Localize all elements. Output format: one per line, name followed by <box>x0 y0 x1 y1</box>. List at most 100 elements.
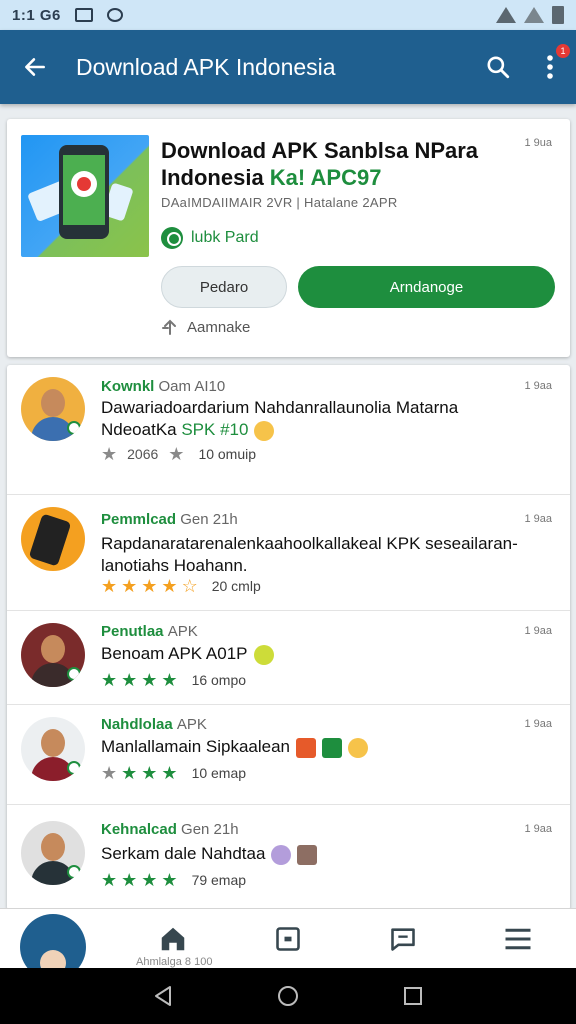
record-dot-icon <box>71 171 97 197</box>
developer-name: lubk Pard <box>191 229 259 246</box>
app-title-highlight: Ka! APC97 <box>269 165 382 190</box>
back-button[interactable] <box>0 54 70 80</box>
search-button[interactable] <box>472 54 524 80</box>
verified-badge-icon <box>67 421 81 435</box>
review-time: 1 9aa <box>524 625 552 637</box>
star-icon: ★ <box>101 444 118 464</box>
review-text: Dawariadoardarium Nahdanrallaunolia Mata… <box>101 398 459 441</box>
nav-menu[interactable] <box>461 909 576 969</box>
developer-link[interactable]: lubk Pard <box>161 227 259 249</box>
system-navigation-bar <box>0 968 576 1024</box>
whatsapp-icon <box>161 227 183 249</box>
nav-messages[interactable] <box>346 909 461 969</box>
star-icon: ★ <box>121 763 138 783</box>
rating-row: ★ ★ ★ ★ 16 ompo <box>101 671 246 689</box>
share-arrow-icon <box>162 319 176 335</box>
verified-badge-icon <box>67 667 81 681</box>
review-time: 1 9aa <box>524 513 552 525</box>
star-icon: ★ <box>161 670 178 690</box>
download-button[interactable]: Arndanoge <box>298 266 555 308</box>
star-icon: ★ <box>121 670 138 690</box>
secondary-button[interactable]: Pedaro <box>161 266 287 308</box>
list-item[interactable]: Nahdlolaa APK 1 9aa Manlallamain Sipkaal… <box>7 705 570 805</box>
star-icon: ★ <box>141 576 158 596</box>
signal-icon <box>524 7 544 23</box>
wifi-icon <box>496 7 516 23</box>
emoji-icon <box>296 737 317 758</box>
avatar <box>21 623 85 687</box>
square-recents-icon <box>404 987 423 1005</box>
avatar <box>21 507 85 571</box>
review-time: 1 9aa <box>524 823 552 835</box>
bottom-navigation <box>0 908 576 968</box>
rating-row: ★ ★ ★ ★ 10 emap <box>101 764 246 782</box>
triangle-back-icon <box>154 986 171 1006</box>
more-vert-icon <box>547 55 553 79</box>
emoji-icon <box>297 844 318 865</box>
page-title: Download APK Indonesia <box>76 53 336 80</box>
rating-count: 10 emap <box>191 765 247 781</box>
reviews-list: Kownkl Oam AI10 1 9aa Dawariadoardarium … <box>7 365 570 910</box>
share-button[interactable]: Aamnake <box>161 318 250 336</box>
list-item[interactable]: Pemmlcad Gen 21h 1 9aa Rapdanaratarenale… <box>7 495 570 611</box>
list-item[interactable]: Penutlaa APK 1 9aa Benoam APK A01P ★ ★ ★… <box>7 611 570 705</box>
app-title: Download APK Sanblsa NPara Indonesia Ka!… <box>161 137 501 191</box>
star-icon: ★ <box>141 763 158 783</box>
review-text: Benoam APK A01P <box>101 643 546 665</box>
app-icon <box>21 135 149 257</box>
verified-badge-icon <box>67 761 81 775</box>
app-detail-card: Download APK Sanblsa NPara Indonesia Ka!… <box>7 119 570 357</box>
star-icon: ★ <box>141 670 158 690</box>
app-meta: 1 9ua <box>524 137 552 149</box>
rating-count: 20 cmlp <box>211 578 261 594</box>
list-item[interactable]: Kownkl Oam AI10 1 9aa Dawariadoardarium … <box>7 365 570 495</box>
review-text: Serkam dale Nahdtaa <box>101 843 546 865</box>
star-icon: ★ <box>161 576 178 596</box>
star-icon: ★ <box>101 576 118 596</box>
arrow-left-icon <box>25 58 45 76</box>
message-icon <box>391 927 415 951</box>
rating-count: 10 omuip <box>198 446 257 462</box>
rating-row: ★ ★ ★ ★ 79 emap <box>101 871 246 889</box>
star-icon: ★ <box>121 576 138 596</box>
star-icon: ★ <box>121 870 138 890</box>
star-icon: ★ <box>101 670 118 690</box>
app-notification-icon <box>106 8 123 22</box>
status-time: 1:1 G6 <box>12 6 61 24</box>
app-subtitle: DAaIMDAIIMAIR 2VR | Hatalane 2APR <box>161 195 398 210</box>
review-text: Manlallamain Sipkaalean <box>101 736 546 758</box>
emoji-icon <box>254 420 275 441</box>
list-item[interactable]: Kehnalcad Gen 21h 1 9aa Serkam dale Nahd… <box>7 805 570 910</box>
star-icon: ★ <box>101 763 118 783</box>
star-icon: ★ <box>161 870 178 890</box>
review-text: Rapdanaratarenalenkaahoolkallakeal KPK s… <box>101 534 518 575</box>
app-title-line1: Download APK Sanblsa NPara <box>161 138 479 163</box>
system-back-button[interactable] <box>143 976 183 1016</box>
rating-row: ★ 2066 ★ 10 omuip <box>101 445 256 463</box>
rating-value: 2066 <box>127 446 159 462</box>
reviewer-name: Penutlaa APK <box>101 623 198 640</box>
notification-icon <box>74 8 93 22</box>
home-icon <box>161 927 185 950</box>
phone-illustration <box>28 513 72 567</box>
status-right <box>496 6 564 24</box>
notification-badge: 1 <box>556 44 570 58</box>
system-home-button[interactable] <box>268 976 308 1016</box>
circle-home-icon <box>277 986 298 1006</box>
download-box-icon <box>276 926 300 951</box>
emoji-icon <box>348 737 369 758</box>
rating-count: 79 emap <box>191 872 247 888</box>
system-recents-button[interactable] <box>393 976 433 1016</box>
rating-count: 16 ompo <box>191 672 247 688</box>
menu-icon <box>505 928 531 949</box>
rating-row: ★ ★ ★ ★ ☆ 20 cmlp <box>101 577 261 595</box>
nav-caption: Ahmlalga 8 100 <box>136 956 213 968</box>
battery-icon <box>552 6 564 24</box>
star-icon: ★ <box>101 870 118 890</box>
avatar <box>21 821 85 885</box>
reviewer-name: Kehnalcad Gen 21h <box>101 821 239 838</box>
more-options-button[interactable]: 1 <box>524 44 576 80</box>
status-bar: 1:1 G6 <box>0 0 576 30</box>
nav-downloads[interactable] <box>230 909 345 969</box>
app-bar: Download APK Indonesia 1 <box>0 30 576 104</box>
